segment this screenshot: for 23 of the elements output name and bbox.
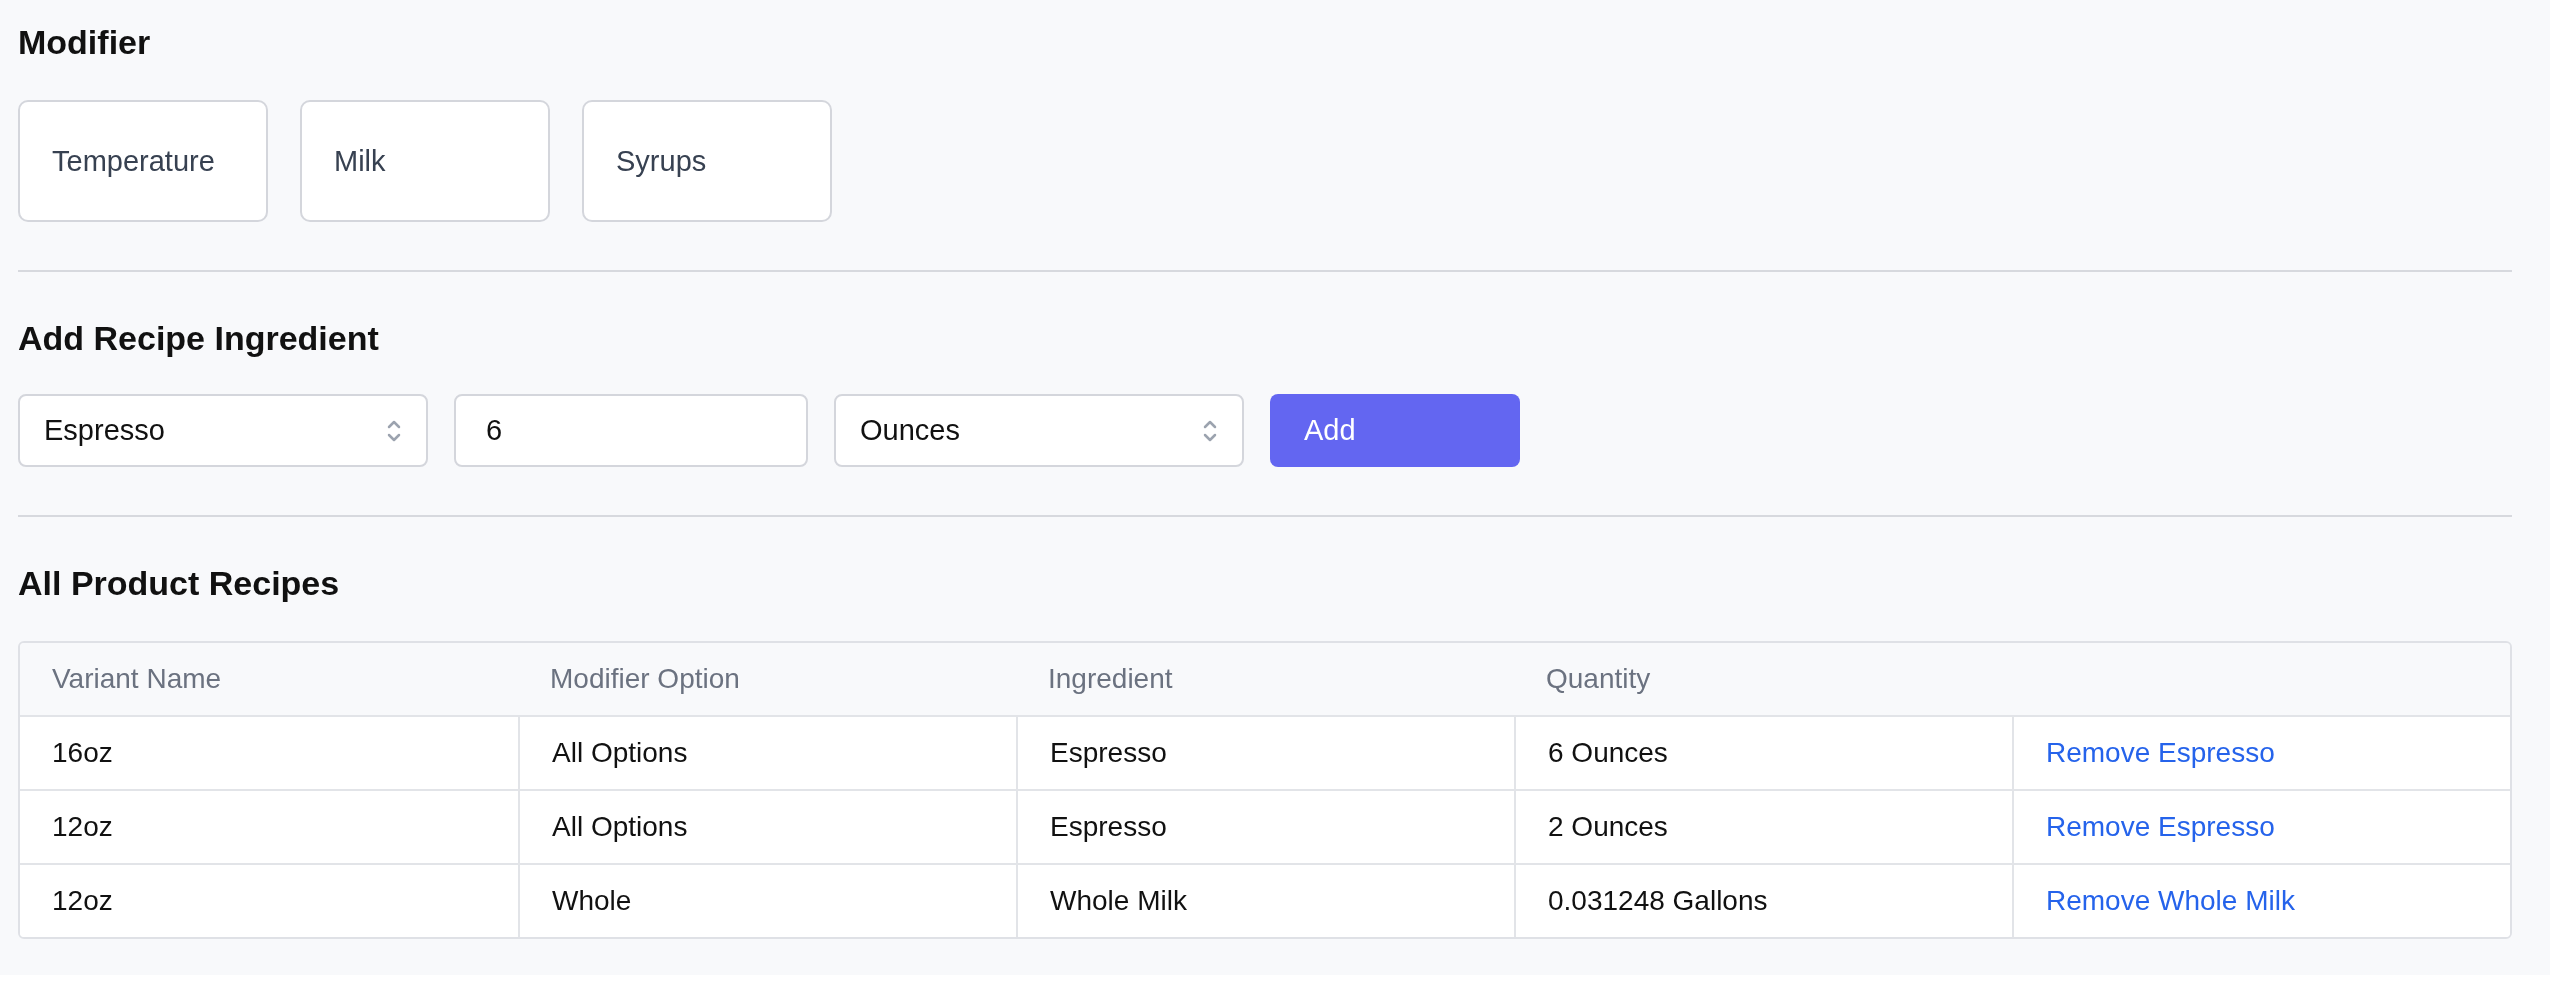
modifier-card[interactable]: Temperature [18, 100, 268, 222]
table-cell-text: 12oz [51, 810, 114, 844]
table-cell: Whole [518, 865, 1016, 937]
modifier-card[interactable]: Milk [300, 100, 550, 222]
quantity-input[interactable]: 6 [454, 394, 808, 467]
modifier-card[interactable]: Syrups [582, 100, 832, 222]
section-title: Modifier [18, 22, 152, 63]
remove-link[interactable]: Remove Espresso [2046, 811, 2275, 843]
column-header: Quantity [1545, 662, 1652, 696]
add-button[interactable]: Add [1270, 394, 1520, 467]
ingredient-select[interactable]: Espresso [18, 394, 428, 467]
unit-select[interactable]: Ounces [834, 394, 1244, 467]
table-cell: Whole Milk [1016, 865, 1514, 937]
section-title: Add Recipe Ingredient [18, 318, 380, 359]
table-cell: 0.031248 Gallons [1514, 865, 2012, 937]
section-title: All Product Recipes [18, 563, 341, 604]
table-cell-text: 12oz [51, 884, 114, 918]
column-header: Variant Name [51, 662, 223, 696]
table-cell-text: 16oz [51, 736, 114, 770]
column-header: Modifier Option [549, 662, 741, 696]
remove-link[interactable]: Remove Whole Milk [2046, 885, 2295, 917]
column-header: Ingredient [1047, 662, 1174, 696]
remove-link[interactable]: Remove Espresso [2046, 737, 2275, 769]
